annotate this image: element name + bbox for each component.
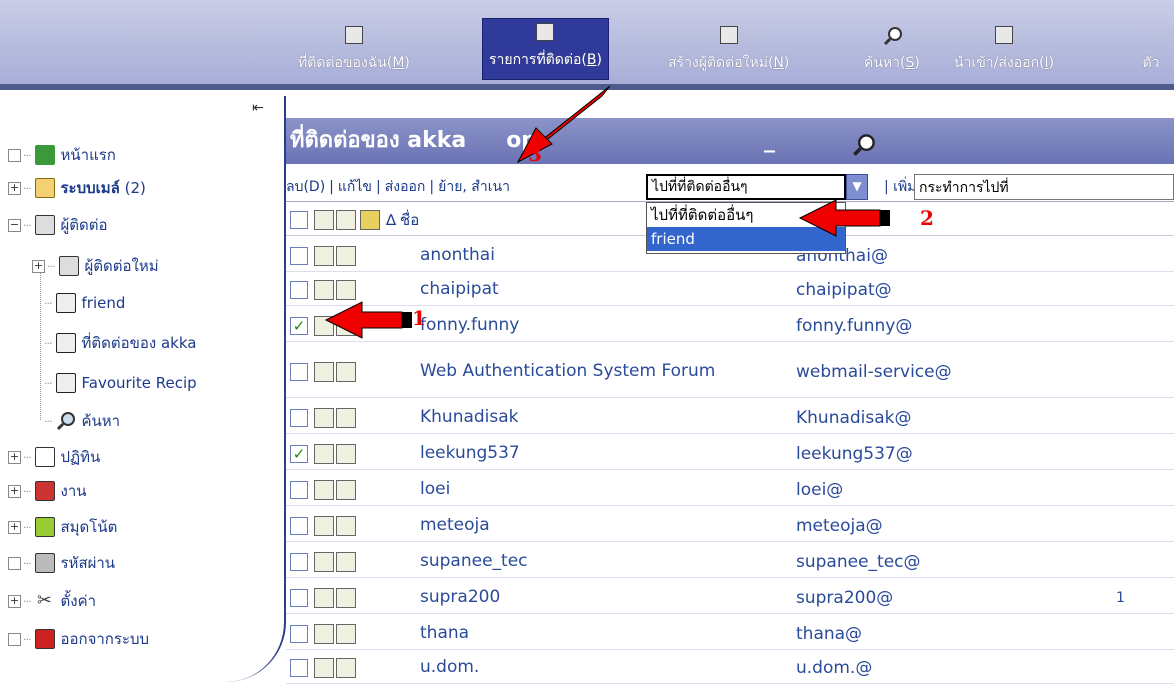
arrow-1 (324, 301, 412, 339)
annotation-3: 3 (528, 142, 542, 166)
annotation-2: 2 (920, 206, 934, 230)
annotation-arrows (324, 85, 890, 339)
arrow-2 (798, 199, 890, 237)
annotation-1: 1 (412, 306, 426, 330)
